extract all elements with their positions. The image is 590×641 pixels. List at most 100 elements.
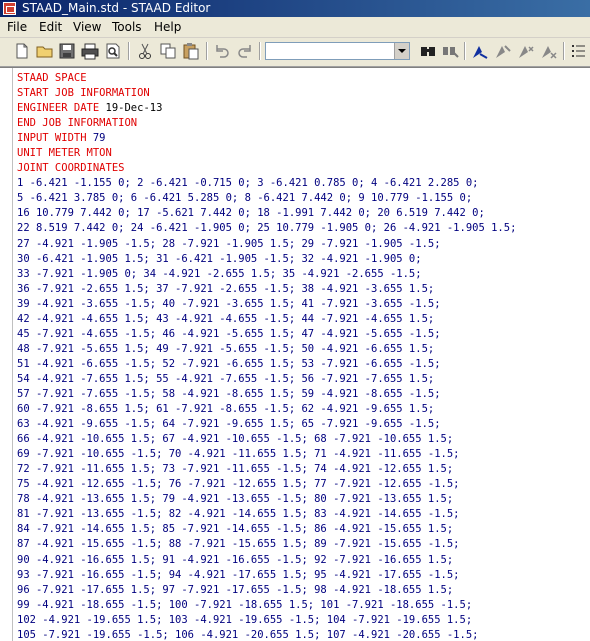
code-number: 72 -7.921 -11.655 1.5; 73 -7.921 -11.655…: [17, 463, 454, 476]
code-line[interactable]: 30 -6.421 -1.905 1.5; 31 -6.421 -1.905 -…: [17, 252, 516, 267]
code-line[interactable]: 87 -4.921 -15.655 -1.5; 88 -7.921 -15.65…: [17, 537, 516, 552]
code-number: 69 -7.921 -10.655 -1.5; 70 -4.921 -11.65…: [17, 448, 460, 461]
code-line[interactable]: INPUT WIDTH 79: [17, 131, 516, 146]
code-line[interactable]: 105 -7.921 -19.655 -1.5; 106 -4.921 -20.…: [17, 628, 516, 641]
code-number: 102 -4.921 -19.655 1.5; 103 -4.921 -19.6…: [17, 613, 473, 626]
code-number: 79: [92, 132, 106, 145]
code-line[interactable]: 81 -7.921 -13.655 -1.5; 82 -4.921 -14.65…: [17, 507, 516, 522]
code-line[interactable]: 93 -7.921 -16.655 -1.5; 94 -4.921 -17.65…: [17, 568, 516, 583]
copy-icon[interactable]: [158, 41, 178, 61]
save-icon[interactable]: [57, 41, 77, 61]
code-line[interactable]: 1 -6.421 -1.155 0; 2 -6.421 -0.715 0; 3 …: [17, 176, 516, 191]
run-analysis-icon[interactable]: [470, 41, 490, 61]
title-bar: STAAD_Main.std - STAAD Editor: [0, 0, 590, 17]
window-title: STAAD_Main.std - STAAD Editor: [22, 1, 211, 15]
code-editor[interactable]: STAAD SPACE START JOB INFORMATION ENGINEER…: [0, 67, 590, 641]
code-keyword: END JOB INFORMATION: [17, 117, 138, 130]
code-keyword: START JOB INFORMATION: [17, 87, 150, 100]
menu-file[interactable]: File: [6, 17, 28, 37]
code-line[interactable]: 16 10.779 7.442 0; 17 -5.621 7.442 0; 18…: [17, 206, 516, 221]
code-line[interactable]: 51 -4.921 -6.655 -1.5; 52 -7.921 -6.655 …: [17, 357, 516, 372]
redo-icon[interactable]: [235, 41, 255, 61]
code-line[interactable]: 22 8.519 7.442 0; 24 -6.421 -1.905 0; 25…: [17, 221, 516, 236]
code-line[interactable]: 75 -4.921 -12.655 -1.5; 76 -7.921 -12.65…: [17, 477, 516, 492]
toolbar: [0, 38, 590, 67]
code-number: 87 -4.921 -15.655 -1.5; 88 -7.921 -15.65…: [17, 538, 460, 551]
code-line[interactable]: 27 -4.921 -1.905 -1.5; 28 -7.921 -1.905 …: [17, 237, 516, 252]
code-number: 66 -4.921 -10.655 1.5; 67 -4.921 -10.655…: [17, 433, 454, 446]
undo-icon[interactable]: [212, 41, 232, 61]
code-number: 81 -7.921 -13.655 -1.5; 82 -4.921 -14.65…: [17, 508, 460, 521]
code-number: 57 -7.921 -7.655 -1.5; 58 -4.921 -8.655 …: [17, 387, 441, 400]
toolbar-separator: [206, 42, 208, 60]
code-line[interactable]: 90 -4.921 -16.655 1.5; 91 -4.921 -16.655…: [17, 553, 516, 568]
tool-icon[interactable]: [516, 41, 536, 61]
toolbar-separator: [128, 42, 130, 60]
code-line[interactable]: 78 -4.921 -13.655 1.5; 79 -4.921 -13.655…: [17, 492, 516, 507]
code-number: 63 -4.921 -9.655 -1.5; 64 -7.921 -9.655 …: [17, 418, 441, 431]
code-keyword: ENGINEER DATE: [17, 102, 106, 115]
code-line[interactable]: 60 -7.921 -8.655 1.5; 61 -7.921 -8.655 -…: [17, 402, 516, 417]
open-folder-icon[interactable]: [35, 41, 55, 61]
code-number: 75 -4.921 -12.655 -1.5; 76 -7.921 -12.65…: [17, 478, 460, 491]
list-icon[interactable]: [568, 41, 588, 61]
code-keyword: UNIT METER MTON: [17, 147, 112, 160]
code-number: 39 -4.921 -3.655 -1.5; 40 -7.921 -3.655 …: [17, 297, 441, 310]
code-number: 36 -7.921 -2.655 1.5; 37 -7.921 -2.655 -…: [17, 282, 435, 295]
menu-help[interactable]: Help: [153, 17, 182, 37]
find-next-icon[interactable]: [440, 41, 460, 61]
tool2-icon[interactable]: [539, 41, 559, 61]
code-number: 22 8.519 7.442 0; 24 -6.421 -1.905 0; 25…: [17, 222, 517, 235]
chevron-down-icon[interactable]: [394, 43, 409, 59]
code-line[interactable]: 45 -7.921 -4.655 -1.5; 46 -4.921 -5.655 …: [17, 327, 516, 342]
code-number: 42 -4.921 -4.655 1.5; 43 -4.921 -4.655 -…: [17, 312, 435, 325]
app-icon[interactable]: [3, 2, 16, 15]
code-line[interactable]: 102 -4.921 -19.655 1.5; 103 -4.921 -19.6…: [17, 613, 516, 628]
code-number: 96 -7.921 -17.655 1.5; 97 -7.921 -17.655…: [17, 583, 454, 596]
code-number: 54 -4.921 -7.655 1.5; 55 -4.921 -7.655 -…: [17, 372, 435, 385]
search-combo[interactable]: [265, 42, 410, 60]
toolbar-separator: [259, 42, 261, 60]
code-line[interactable]: 84 -7.921 -14.655 1.5; 85 -7.921 -14.655…: [17, 522, 516, 537]
code-line[interactable]: 39 -4.921 -3.655 -1.5; 40 -7.921 -3.655 …: [17, 297, 516, 312]
cut-icon[interactable]: [135, 41, 155, 61]
code-line[interactable]: ENGINEER DATE 19-Dec-13: [17, 101, 516, 116]
code-line[interactable]: 96 -7.921 -17.655 1.5; 97 -7.921 -17.655…: [17, 583, 516, 598]
code-keyword: INPUT WIDTH: [17, 132, 93, 145]
print-icon[interactable]: [80, 41, 100, 61]
code-number: 5 -6.421 3.785 0; 6 -6.421 5.285 0; 8 -6…: [17, 192, 473, 205]
menu-edit[interactable]: Edit: [38, 17, 63, 37]
view-icon[interactable]: [493, 41, 513, 61]
code-line[interactable]: 66 -4.921 -10.655 1.5; 67 -4.921 -10.655…: [17, 432, 516, 447]
toolbar-separator: [563, 42, 565, 60]
editor-text[interactable]: STAAD SPACE START JOB INFORMATION ENGINEER…: [17, 71, 516, 641]
code-line[interactable]: 33 -7.921 -1.905 0; 34 -4.921 -2.655 1.5…: [17, 267, 516, 282]
menu-view[interactable]: View: [72, 17, 102, 37]
code-line[interactable]: UNIT METER MTON: [17, 146, 516, 161]
code-line[interactable]: 72 -7.921 -11.655 1.5; 73 -7.921 -11.655…: [17, 462, 516, 477]
code-line[interactable]: 48 -7.921 -5.655 1.5; 49 -7.921 -5.655 -…: [17, 342, 516, 357]
code-number: 99 -4.921 -18.655 -1.5; 100 -7.921 -18.6…: [17, 598, 473, 611]
code-line[interactable]: STAAD SPACE: [17, 71, 516, 86]
menu-tools[interactable]: Tools: [111, 17, 143, 37]
code-line[interactable]: 99 -4.921 -18.655 -1.5; 100 -7.921 -18.6…: [17, 598, 516, 613]
code-line[interactable]: 63 -4.921 -9.655 -1.5; 64 -7.921 -9.655 …: [17, 417, 516, 432]
code-keyword: JOINT COORDINATES: [17, 162, 125, 175]
code-line[interactable]: START JOB INFORMATION: [17, 86, 516, 101]
find-icon[interactable]: [418, 41, 438, 61]
new-file-icon[interactable]: [12, 41, 32, 61]
print-preview-icon[interactable]: [103, 41, 123, 61]
code-number: 33 -7.921 -1.905 0; 34 -4.921 -2.655 1.5…: [17, 267, 422, 280]
code-line[interactable]: JOINT COORDINATES: [17, 161, 516, 176]
code-line[interactable]: 5 -6.421 3.785 0; 6 -6.421 5.285 0; 8 -6…: [17, 191, 516, 206]
code-line[interactable]: 36 -7.921 -2.655 1.5; 37 -7.921 -2.655 -…: [17, 282, 516, 297]
code-line[interactable]: 69 -7.921 -10.655 -1.5; 70 -4.921 -11.65…: [17, 447, 516, 462]
code-line[interactable]: 57 -7.921 -7.655 -1.5; 58 -4.921 -8.655 …: [17, 387, 516, 402]
code-line[interactable]: 42 -4.921 -4.655 1.5; 43 -4.921 -4.655 -…: [17, 312, 516, 327]
code-line[interactable]: 54 -4.921 -7.655 1.5; 55 -4.921 -7.655 -…: [17, 372, 516, 387]
code-number: 27 -4.921 -1.905 -1.5; 28 -7.921 -1.905 …: [17, 237, 441, 250]
code-number: 90 -4.921 -16.655 1.5; 91 -4.921 -16.655…: [17, 553, 454, 566]
code-number: 78 -4.921 -13.655 1.5; 79 -4.921 -13.655…: [17, 493, 454, 506]
paste-icon[interactable]: [181, 41, 201, 61]
code-line[interactable]: END JOB INFORMATION: [17, 116, 516, 131]
